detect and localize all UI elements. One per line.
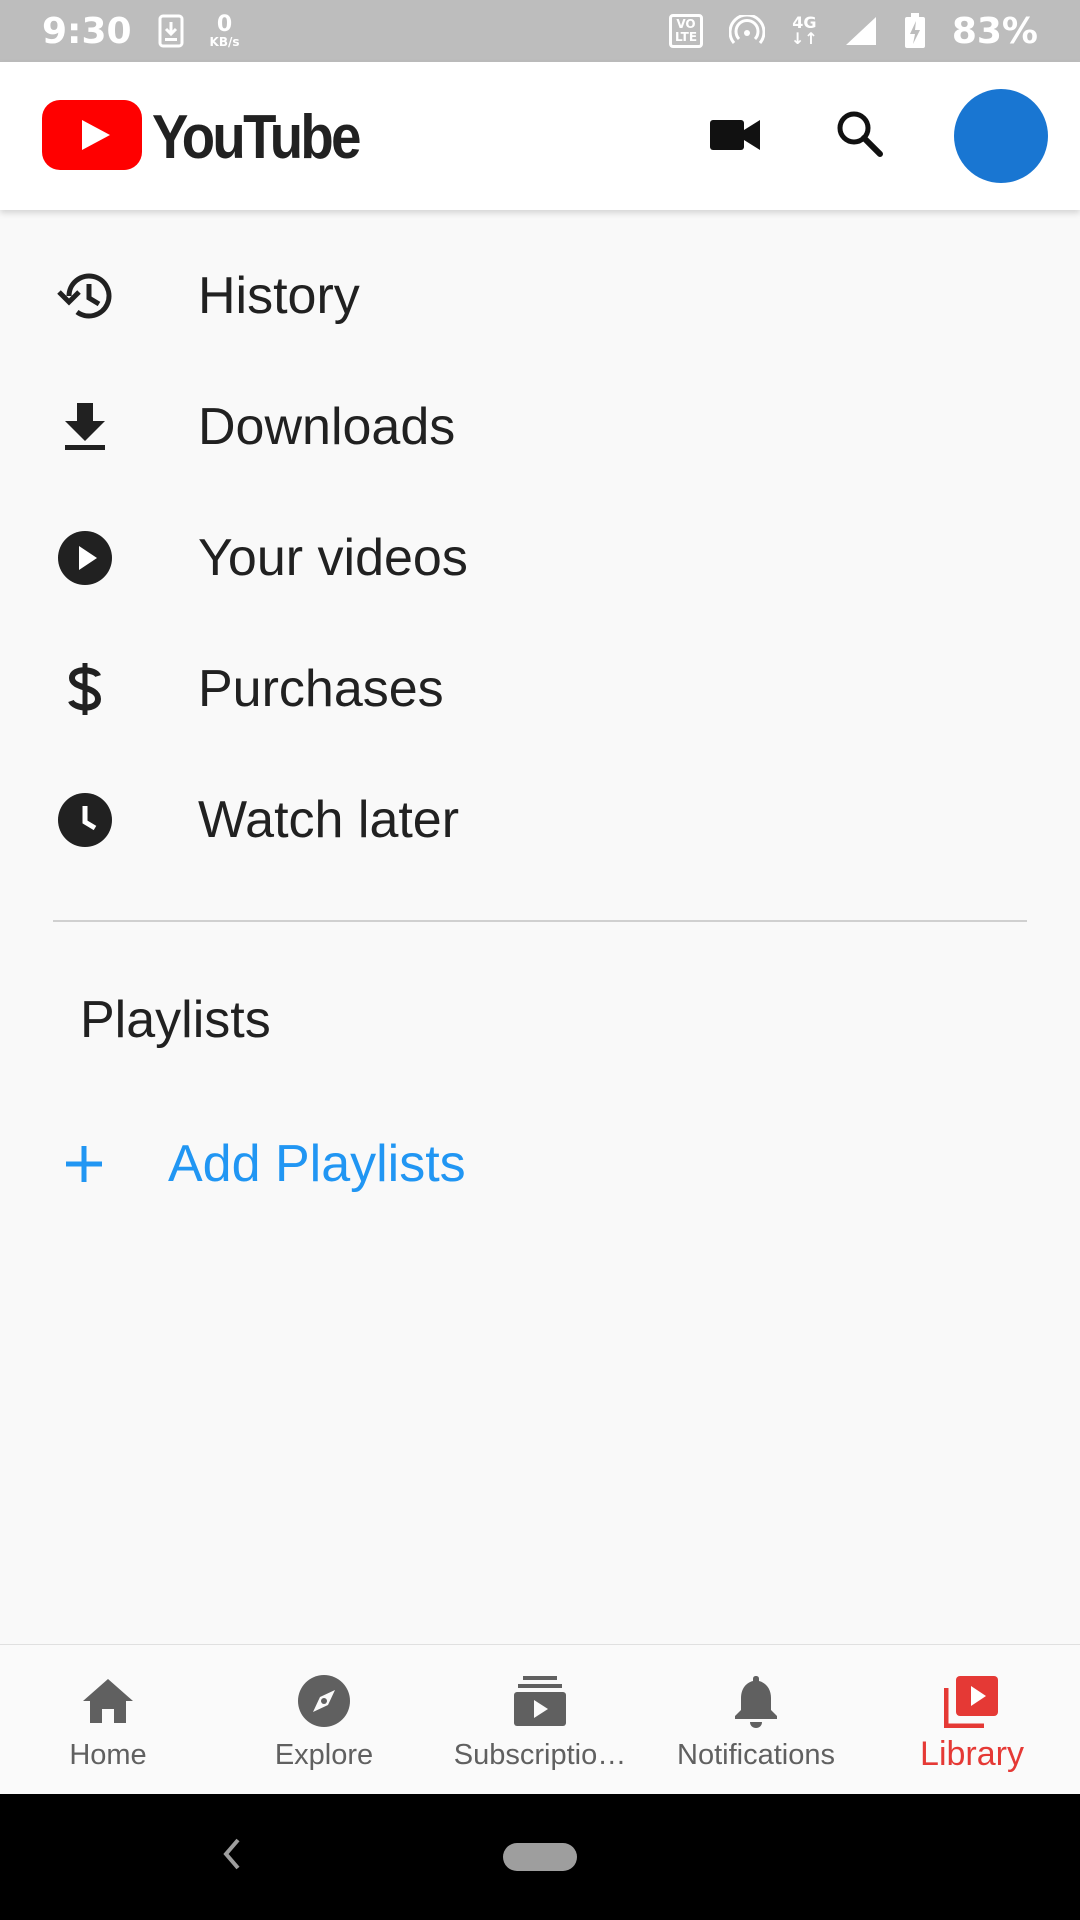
library-icon <box>944 1673 1000 1729</box>
menu-label-history: History <box>198 266 360 325</box>
play-circle-icon <box>55 528 115 588</box>
network-type: 4G ↓↑ <box>791 13 818 48</box>
divider <box>53 920 1027 922</box>
subscriptions-icon <box>513 1673 567 1729</box>
nav-item-home[interactable]: Home <box>0 1645 216 1795</box>
compass-icon <box>297 1673 351 1729</box>
logo-text: YouTube <box>152 103 361 172</box>
history-icon <box>55 266 115 326</box>
upload-video-button[interactable] <box>700 102 770 172</box>
network-speed-value: 0 <box>216 12 233 37</box>
menu-item-your-videos[interactable]: Your videos <box>0 492 1080 623</box>
back-chevron-icon[interactable] <box>218 1832 248 1881</box>
bell-icon <box>733 1673 779 1729</box>
search-icon <box>834 108 884 163</box>
network-speed: 0 KB/s <box>209 12 240 49</box>
nav-label-subscriptions: Subscriptio… <box>453 1739 627 1771</box>
nav-label-explore: Explore <box>274 1739 374 1771</box>
home-icon <box>81 1673 135 1729</box>
nav-label-notifications: Notifications <box>677 1739 835 1771</box>
status-left: 9:30 0 KB/s <box>42 11 240 52</box>
bottom-navigation: Home Explore Subscriptio… Notifications … <box>0 1644 1080 1794</box>
menu-label-your-videos: Your videos <box>198 528 468 587</box>
signal-icon <box>844 15 878 47</box>
status-time: 9:30 <box>42 10 132 52</box>
app-bar: YouTube <box>0 62 1080 210</box>
playlists-section-title: Playlists <box>80 991 271 1049</box>
nav-label-home: Home <box>69 1739 147 1771</box>
youtube-play-logo-icon <box>42 100 142 175</box>
volte-line2: LTE <box>674 30 698 44</box>
volte-badge: VO LTE <box>668 14 704 48</box>
home-pill-button[interactable] <box>503 1843 577 1871</box>
download-notification-icon <box>158 14 184 48</box>
youtube-logo[interactable]: YouTube <box>42 100 387 175</box>
battery-charging-icon <box>904 13 926 49</box>
menu-item-downloads[interactable]: Downloads <box>0 361 1080 492</box>
nav-label-library: Library <box>920 1735 1024 1773</box>
avatar[interactable] <box>954 89 1048 183</box>
add-playlists-label: Add Playlists <box>168 1135 466 1193</box>
add-playlists-button[interactable]: Add Playlists <box>0 1108 1080 1220</box>
status-bar: 9:30 0 KB/s VO LTE 4G ↓↑ 83% <box>0 0 1080 62</box>
clock-icon <box>55 790 115 850</box>
video-camera-icon <box>710 118 760 157</box>
nav-item-subscriptions[interactable]: Subscriptio… <box>432 1645 648 1795</box>
battery-percent: 83% <box>951 10 1038 52</box>
dollar-icon <box>55 659 115 719</box>
menu-item-history[interactable]: History <box>0 230 1080 361</box>
network-speed-unit: KB/s <box>209 35 240 49</box>
menu-label-downloads: Downloads <box>198 397 456 456</box>
download-icon <box>55 397 115 457</box>
status-right: VO LTE 4G ↓↑ 83% <box>668 10 1038 52</box>
menu-label-watch-later: Watch later <box>198 790 460 849</box>
plus-icon <box>60 1140 108 1188</box>
hotspot-icon <box>729 15 766 47</box>
nav-item-library[interactable]: Library <box>864 1645 1080 1795</box>
menu-item-purchases[interactable]: Purchases <box>0 623 1080 754</box>
search-button[interactable] <box>824 100 894 170</box>
network-type-label: 4G <box>792 13 817 32</box>
menu-label-purchases: Purchases <box>198 659 444 718</box>
menu-item-watch-later[interactable]: Watch later <box>0 754 1080 885</box>
nav-item-notifications[interactable]: Notifications <box>648 1645 864 1795</box>
library-menu: History Downloads Your videos Purchases … <box>0 230 1080 885</box>
nav-item-explore[interactable]: Explore <box>216 1645 432 1795</box>
